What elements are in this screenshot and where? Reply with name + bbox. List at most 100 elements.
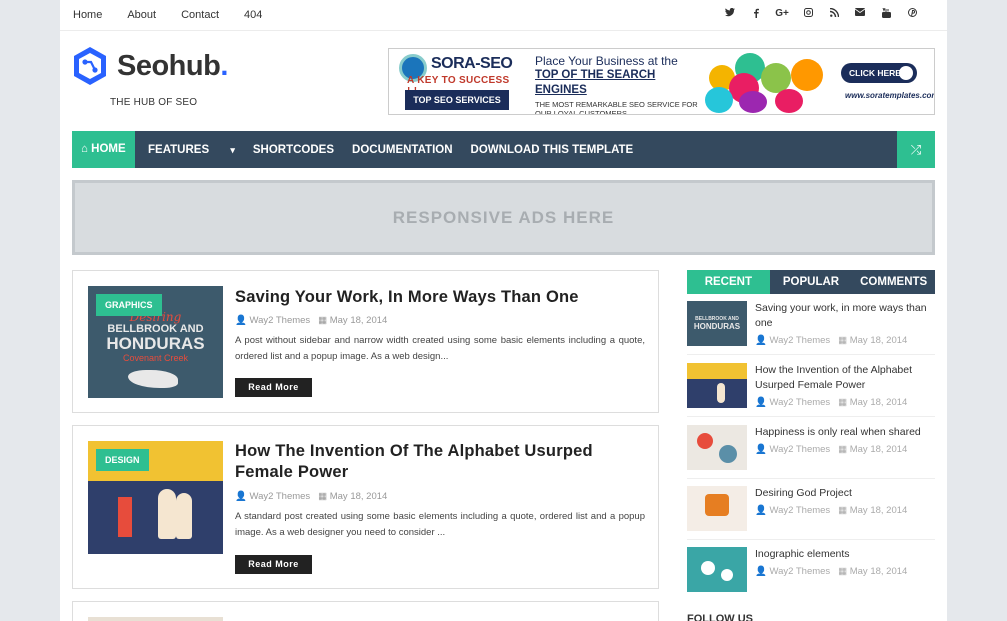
post-date: May 18, 2014 [329, 491, 388, 502]
banner-click-label: CLICK HERE [849, 68, 901, 78]
sidebar-thumb-figure [717, 383, 725, 403]
google-plus-icon[interactable]: G+ [769, 8, 795, 21]
post-thumbnail[interactable]: DESIGN [88, 441, 223, 554]
social-icons: G+ [717, 7, 925, 21]
bubble-optimize-2 [705, 87, 733, 113]
sidebar-post-meta: 👤 Way2 Themes ▦ May 18, 2014 [755, 335, 907, 346]
site-logo[interactable]: Seohub. [72, 46, 228, 86]
sidebar-post-date: May 18, 2014 [849, 397, 908, 408]
read-more-button[interactable]: Read More [235, 555, 312, 574]
thumb-map-shape [128, 370, 178, 388]
bubble-report-2 [739, 91, 767, 113]
shuffle-icon[interactable]: ⤮ [897, 131, 935, 168]
post-title[interactable]: Saving Your Work, In More Ways Than One [235, 287, 645, 308]
user-icon: 👤 [755, 397, 770, 408]
sidebar-post: BELLBROOK AND HONDURAS Saving your work,… [687, 301, 935, 351]
sidebar-divider [687, 354, 935, 355]
nav-home[interactable]: ⌂ HOME [72, 131, 135, 168]
top-bar: Home About Contact 404 G+ [60, 0, 947, 31]
sidebar-thumbnail[interactable] [687, 425, 747, 470]
top-nav-home[interactable]: Home [73, 9, 102, 21]
banner-bubbles [705, 51, 835, 113]
sidebar-post-title[interactable]: Happiness is only real when shared [755, 425, 933, 440]
sidebar-post-title[interactable]: Desiring God Project [755, 486, 933, 501]
sidebar-divider [687, 416, 935, 417]
banner-headline: TOP OF THE SEARCH ENGINES [535, 69, 656, 96]
sidebar-post-author: Way2 Themes [769, 444, 831, 455]
post-label[interactable]: GRAPHICS [96, 294, 162, 316]
post-meta: 👤 Way2 Themes ▦ May 18, 2014 [235, 315, 387, 326]
calendar-icon: ▦ [838, 397, 850, 408]
sidebar-post-author: Way2 Themes [769, 566, 831, 577]
bubble-report [791, 59, 823, 91]
sidebar-thumb-text-2: HONDURAS [693, 322, 741, 331]
instagram-icon[interactable] [795, 8, 821, 21]
banner-url: www.soratemplates.com [845, 91, 935, 100]
sidebar-thumbnail[interactable] [687, 363, 747, 408]
tab-recent[interactable]: RECENT [687, 270, 770, 294]
post-excerpt: A standard post created using some basic… [235, 511, 645, 538]
sidebar-post-meta: 👤 Way2 Themes ▦ May 18, 2014 [755, 444, 907, 455]
post-date: May 18, 2014 [329, 315, 388, 326]
sidebar-thumbnail[interactable] [687, 486, 747, 531]
banner-place: Place Your Business at the [535, 54, 678, 68]
calendar-icon: ▦ [318, 315, 330, 326]
ads-placeholder: RESPONSIVE ADS HERE [72, 180, 935, 255]
calendar-icon: ▦ [318, 491, 330, 502]
nav-features[interactable]: FEATURES ▾ [148, 144, 235, 156]
top-nav-404[interactable]: 404 [244, 9, 262, 21]
rss-icon[interactable] [821, 7, 847, 21]
sidebar-post-title[interactable]: Inographic elements [755, 547, 933, 562]
page-container: Home About Contact 404 G+ Seohub. THE HU… [60, 0, 947, 621]
sidebar-post-date: May 18, 2014 [849, 566, 908, 577]
post-title[interactable]: How The Invention Of The Alphabet Usurpe… [235, 441, 645, 483]
sidebar-post-title[interactable]: How the Invention of the Alphabet Usurpe… [755, 363, 933, 393]
post-excerpt: A post without sidebar and narrow width … [235, 335, 645, 362]
header-banner-ad[interactable]: SORA-SEO A KEY TO SUCCESS ! ! TOP SEO SE… [388, 48, 935, 115]
email-icon[interactable] [847, 8, 873, 21]
twitter-icon[interactable] [717, 7, 743, 21]
post-author[interactable]: Way2 Themes [249, 491, 310, 502]
post-author[interactable]: Way2 Themes [249, 315, 310, 326]
tab-popular[interactable]: POPULAR [770, 270, 853, 294]
sidebar-post-title[interactable]: Saving your work, in more ways than one [755, 301, 933, 331]
sidebar-post-meta: 👤 Way2 Themes ▦ May 18, 2014 [755, 505, 907, 516]
sidebar-thumb-sky [687, 363, 747, 379]
youtube-icon[interactable] [873, 7, 899, 21]
sidebar-tabs: RECENT POPULAR COMMENTS [687, 270, 935, 294]
sidebar-thumbnail[interactable] [687, 547, 747, 592]
post-meta: 👤 Way2 Themes ▦ May 18, 2014 [235, 491, 387, 502]
thumb-text-line2: HONDURAS [106, 334, 205, 353]
sidebar-post-author: Way2 Themes [769, 397, 831, 408]
facebook-icon[interactable] [743, 8, 769, 21]
nav-items: FEATURES ▾ SHORTCODES DOCUMENTATION DOWN… [148, 131, 651, 168]
user-icon: 👤 [755, 444, 770, 455]
top-nav-contact[interactable]: Contact [181, 9, 219, 21]
post-thumbnail[interactable]: Desiring BELLBROOK AND HONDURAS Covenant… [88, 286, 223, 398]
calendar-icon: ▦ [838, 566, 850, 577]
thumb-text-line3: Covenant Creek [122, 353, 189, 363]
sidebar-divider [687, 539, 935, 540]
post-card: Desiring BELLBROOK AND HONDURAS Covenant… [72, 270, 659, 413]
sidebar-thumb-dot [719, 445, 737, 463]
sidebar-thumbnail[interactable]: BELLBROOK AND HONDURAS [687, 301, 747, 346]
home-icon: ⌂ [81, 143, 92, 155]
sidebar-post: Inographic elements 👤 Way2 Themes ▦ May … [687, 547, 935, 597]
nav-documentation[interactable]: DOCUMENTATION [352, 144, 453, 156]
banner-services-button: TOP SEO SERVICES [405, 90, 509, 110]
sidebar-thumb-gift [705, 494, 729, 516]
post-label[interactable]: DESIGN [96, 449, 149, 471]
read-more-button[interactable]: Read More [235, 378, 312, 397]
tab-comments[interactable]: COMMENTS [852, 270, 935, 294]
post-card [72, 601, 659, 621]
banner-desc: THE MOST REMARKABLE SEO SERVICE FOR OUR … [535, 100, 698, 115]
nav-download[interactable]: DOWNLOAD THIS TEMPLATE [471, 144, 634, 156]
nav-shortcodes[interactable]: SHORTCODES [253, 144, 334, 156]
sidebar-post-author: Way2 Themes [769, 335, 831, 346]
calendar-icon: ▦ [838, 335, 850, 346]
banner-click-button: CLICK HERE [841, 63, 917, 83]
post-thumbnail[interactable] [88, 617, 223, 621]
pinterest-icon[interactable] [899, 8, 925, 21]
logo-text: Seohub. [117, 50, 228, 83]
top-nav-about[interactable]: About [127, 9, 156, 21]
